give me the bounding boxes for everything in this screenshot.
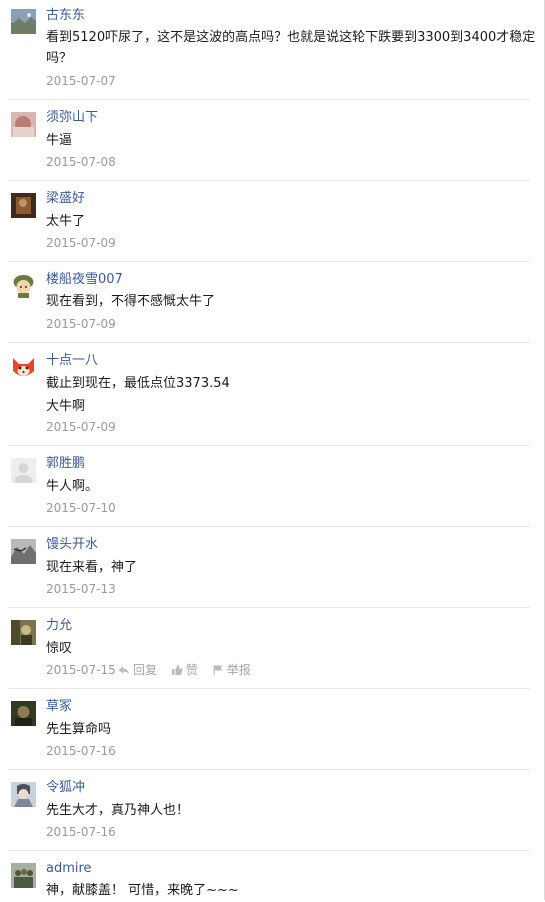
reply-label: 回复: [133, 663, 158, 677]
thumbs-up-icon: [171, 665, 183, 675]
comment-date: 2015-07-15: [46, 663, 116, 677]
comment-text: 神，献膝盖！ 可惜，来晚了~~~: [46, 883, 239, 898]
divider: [8, 99, 530, 100]
landscape-avatar-icon[interactable]: [11, 9, 36, 34]
comment-date: 2015-07-07: [46, 74, 116, 88]
comment-text: 牛人啊。: [46, 479, 99, 494]
comment-text: 大牛啊: [46, 399, 86, 414]
comment-author[interactable]: 令狐冲: [46, 780, 85, 796]
comment-date: 2015-07-09: [46, 420, 116, 434]
comment-text: 先生算命吗: [46, 722, 112, 737]
comment-text: 牛逼: [46, 133, 73, 148]
divider: [8, 261, 530, 262]
olive-photo-avatar-icon[interactable]: [11, 620, 36, 645]
comment-date: 2015-07-13: [46, 582, 116, 596]
red-fox-cartoon-avatar-icon[interactable]: [11, 355, 36, 380]
divider: [8, 769, 530, 770]
like-label: 赞: [185, 663, 198, 677]
divider: [8, 180, 530, 181]
comment-text: 截止到现在，最低点位3373.54: [46, 376, 230, 391]
comment-author[interactable]: 须弥山下: [46, 110, 98, 126]
divider: [8, 850, 530, 851]
divider: [8, 607, 530, 608]
comment-list: 古东东 看到5120吓尿了，这不是这波的高点吗？也就是说这轮下跌要到3300到3…: [0, 0, 545, 900]
comment-author[interactable]: admire: [46, 861, 92, 877]
photo-avatar-icon[interactable]: [11, 112, 36, 137]
comment-author[interactable]: 郭胜鹏: [46, 456, 85, 472]
comment-text: 太牛了: [46, 214, 86, 229]
comment-text: 现在来看，神了: [46, 560, 138, 575]
comment-date: 2015-07-16: [46, 744, 116, 758]
grey-photo-avatar-icon[interactable]: [11, 539, 36, 564]
comment-author[interactable]: 十点一八: [46, 353, 98, 369]
comment-text: 先生大才，真乃神人也！: [46, 803, 190, 818]
default-avatar-icon[interactable]: [11, 458, 36, 483]
comment-actions: 回复 赞 举报: [118, 662, 261, 680]
character-avatar-icon[interactable]: [11, 782, 36, 807]
divider: [8, 445, 530, 446]
comment-author[interactable]: 草冢: [46, 699, 72, 715]
report-label: 举报: [226, 663, 251, 677]
comment-text: 吗？: [46, 51, 73, 66]
comment-author[interactable]: 楼船夜雪007: [46, 272, 123, 288]
reply-icon: [119, 666, 129, 674]
comment-author[interactable]: 古东东: [46, 8, 85, 24]
report-button[interactable]: 举报: [212, 662, 251, 678]
comment-date: 2015-07-09: [46, 236, 116, 250]
comment-date: 2015-07-09: [46, 317, 116, 331]
like-button[interactable]: 赞: [171, 662, 198, 678]
comment-text: 看到5120吓尿了，这不是这波的高点吗？也就是说这轮下跌要到3300到3400才…: [46, 30, 536, 45]
flag-icon: [213, 665, 223, 676]
dark-photo-avatar-icon[interactable]: [11, 193, 36, 218]
dark-green-photo-avatar-icon[interactable]: [11, 701, 36, 726]
comment-date: 2015-07-08: [46, 155, 116, 169]
comment-text: 现在看到，不得不感慨太牛了: [46, 294, 216, 309]
comment-author[interactable]: 力允: [46, 618, 72, 634]
divider: [8, 342, 530, 343]
divider: [8, 526, 530, 527]
reply-button[interactable]: 回复: [118, 662, 157, 678]
comment-text: 惊叹: [46, 641, 73, 656]
divider: [8, 688, 530, 689]
group-photo-avatar-icon[interactable]: [11, 863, 36, 888]
comment-author[interactable]: 馒头开水: [46, 537, 98, 553]
comment-author[interactable]: 梁盛好: [46, 191, 85, 207]
soldier-cartoon-avatar-icon[interactable]: [11, 273, 36, 298]
comment-date: 2015-07-16: [46, 825, 116, 839]
comment-date: 2015-07-10: [46, 501, 116, 515]
